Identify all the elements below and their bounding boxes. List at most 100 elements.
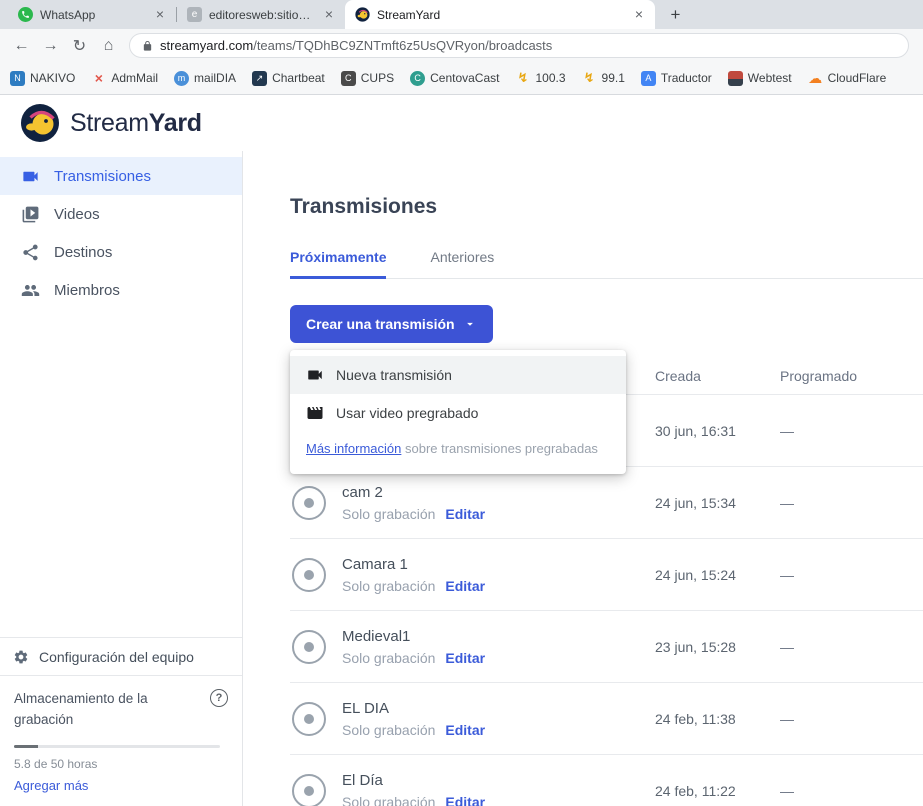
centovacast-icon: C	[410, 71, 425, 86]
gear-icon	[13, 649, 29, 665]
team-settings-label: Configuración del equipo	[39, 649, 194, 665]
edit-link[interactable]: Editar	[445, 722, 485, 738]
nakivo-icon: N	[10, 71, 25, 86]
team-settings-button[interactable]: Configuración del equipo	[0, 637, 242, 675]
bookmark-cups[interactable]: C CUPS	[341, 71, 394, 86]
bookmark-webtest[interactable]: Webtest	[728, 71, 792, 86]
dropdown-footer-text: sobre transmisiones pregrabadas	[401, 441, 598, 456]
bookmark-100-3[interactable]: ↯ 100.3	[515, 71, 565, 86]
sidebar-item-label: Miembros	[54, 282, 120, 299]
sidebar: Transmisiones Videos Destinos Miembros C…	[0, 151, 243, 806]
bookmark-admmail[interactable]: × AdmMail	[91, 71, 158, 86]
menu-item-label: Usar video pregrabado	[336, 405, 478, 421]
bookmark-chartbeat[interactable]: ↗ Chartbeat	[252, 71, 325, 86]
bookmark-label: Traductor	[661, 71, 712, 85]
tab-title: StreamYard	[377, 8, 624, 22]
broadcast-cell: El Día Solo grabaciónEditar	[290, 772, 655, 806]
edit-link[interactable]: Editar	[445, 578, 485, 594]
chartbeat-icon: ↗	[252, 71, 267, 86]
bookmark-maildia[interactable]: m mailDIA	[174, 71, 236, 86]
scheduled-cell: —	[780, 423, 923, 439]
translate-icon: A	[641, 71, 656, 86]
edit-link[interactable]: Editar	[445, 506, 485, 522]
close-icon[interactable]: ×	[152, 7, 168, 23]
add-more-link[interactable]: Agregar más	[14, 778, 228, 793]
bookmark-nakivo[interactable]: N NAKIVO	[10, 71, 75, 86]
url-path: /teams/TQDhBC9ZNTmft6z5UsQVRyon/broadcas…	[253, 38, 552, 53]
table-row[interactable]: El Día Solo grabaciónEditar 24 feb, 11:2…	[290, 755, 923, 806]
sidebar-item-transmisiones[interactable]: Transmisiones	[0, 157, 242, 195]
tab-anteriores[interactable]: Anteriores	[430, 249, 494, 278]
reload-icon[interactable]: ↻	[66, 32, 93, 59]
url-domain: streamyard.com	[160, 38, 253, 53]
create-broadcast-label: Crear una transmisión	[306, 316, 455, 332]
close-icon[interactable]: ×	[321, 7, 337, 23]
chevron-down-icon	[463, 317, 477, 331]
video-library-icon	[21, 205, 40, 224]
browser-tab-strip: WhatsApp × e editoresweb:sitioweb:eldia.…	[0, 0, 923, 29]
page-title: Transmisiones	[290, 195, 923, 219]
browser-tab-streamyard-active[interactable]: StreamYard ×	[345, 0, 655, 29]
created-cell: 24 jun, 15:34	[655, 495, 780, 511]
bookmark-cloudflare[interactable]: ☁ CloudFlare	[808, 71, 887, 86]
bookmark-99-1[interactable]: ↯ 99.1	[582, 71, 625, 86]
sidebar-spacer	[0, 309, 242, 637]
broadcast-type: Solo grabación	[342, 506, 435, 522]
broadcast-type: Solo grabación	[342, 650, 435, 666]
home-icon[interactable]: ⌂	[95, 32, 122, 59]
table-row[interactable]: Medieval1 Solo grabaciónEditar 23 jun, 1…	[290, 611, 923, 683]
bookmark-traductor[interactable]: A Traductor	[641, 71, 712, 86]
browser-tab-whatsapp[interactable]: WhatsApp ×	[8, 0, 176, 29]
back-icon[interactable]: ←	[8, 32, 35, 59]
broadcast-title: EL DIA	[342, 700, 485, 717]
broadcast-subtitle: Solo grabaciónEditar	[342, 794, 485, 806]
create-broadcast-button[interactable]: Crear una transmisión	[290, 305, 493, 343]
bolt-icon: ↯	[515, 71, 530, 86]
table-row[interactable]: EL DIA Solo grabaciónEditar 24 feb, 11:3…	[290, 683, 923, 755]
sidebar-item-destinos[interactable]: Destinos	[0, 233, 242, 271]
created-cell: 24 feb, 11:22	[655, 783, 780, 799]
dropdown-footer: Más información sobre transmisiones preg…	[290, 432, 626, 470]
browser-tab-eldia[interactable]: e editoresweb:sitioweb:eldia.co ×	[177, 0, 345, 29]
broadcast-type: Solo grabación	[342, 578, 435, 594]
scheduled-cell: —	[780, 639, 923, 655]
streamyard-logo[interactable]: StreamYard	[20, 103, 202, 143]
created-cell: 24 jun, 15:24	[655, 567, 780, 583]
bookmarks-bar: N NAKIVO × AdmMail m mailDIA ↗ Chartbeat…	[0, 62, 923, 95]
videocam-icon	[306, 366, 324, 384]
sidebar-item-videos[interactable]: Videos	[0, 195, 242, 233]
clapperboard-icon	[306, 404, 324, 422]
record-icon	[292, 486, 326, 520]
col-programado: Programado	[780, 368, 923, 384]
forward-icon[interactable]: →	[37, 32, 64, 59]
bookmark-label: CloudFlare	[828, 71, 887, 85]
table-row[interactable]: cam 2 Solo grabaciónEditar 24 jun, 15:34…	[290, 467, 923, 539]
bookmark-label: Chartbeat	[272, 71, 325, 85]
new-tab-button[interactable]: +	[663, 2, 688, 27]
sidebar-item-label: Transmisiones	[54, 168, 151, 185]
bookmark-label: AdmMail	[111, 71, 158, 85]
table-row[interactable]: Camara 1 Solo grabaciónEditar 24 jun, 15…	[290, 539, 923, 611]
broadcast-tabs: Próximamente Anteriores	[290, 249, 923, 279]
close-icon[interactable]: ×	[631, 7, 647, 23]
edit-link[interactable]: Editar	[445, 650, 485, 666]
mas-informacion-link[interactable]: Más información	[306, 441, 401, 456]
sidebar-item-miembros[interactable]: Miembros	[0, 271, 242, 309]
created-cell: 30 jun, 16:31	[655, 423, 780, 439]
broadcast-title: Medieval1	[342, 628, 485, 645]
bookmark-label: 99.1	[602, 71, 625, 85]
people-icon	[21, 281, 40, 300]
record-icon	[292, 630, 326, 664]
tab-proximamente[interactable]: Próximamente	[290, 249, 386, 278]
menu-item-usar-video-pregrabado[interactable]: Usar video pregrabado	[290, 394, 626, 432]
lock-icon	[142, 40, 153, 52]
scheduled-cell: —	[780, 495, 923, 511]
help-icon[interactable]: ?	[210, 689, 228, 707]
bookmark-centovacast[interactable]: C CentovaCast	[410, 71, 499, 86]
create-broadcast-wrap: Crear una transmisión Nueva transmisión …	[290, 305, 493, 343]
menu-item-nueva-transmision[interactable]: Nueva transmisión	[290, 356, 626, 394]
site-favicon-icon: e	[187, 7, 202, 22]
edit-link[interactable]: Editar	[445, 794, 485, 806]
address-bar[interactable]: streamyard.com/teams/TQDhBC9ZNTmft6z5UsQ…	[129, 33, 909, 58]
bolt-icon: ↯	[582, 71, 597, 86]
